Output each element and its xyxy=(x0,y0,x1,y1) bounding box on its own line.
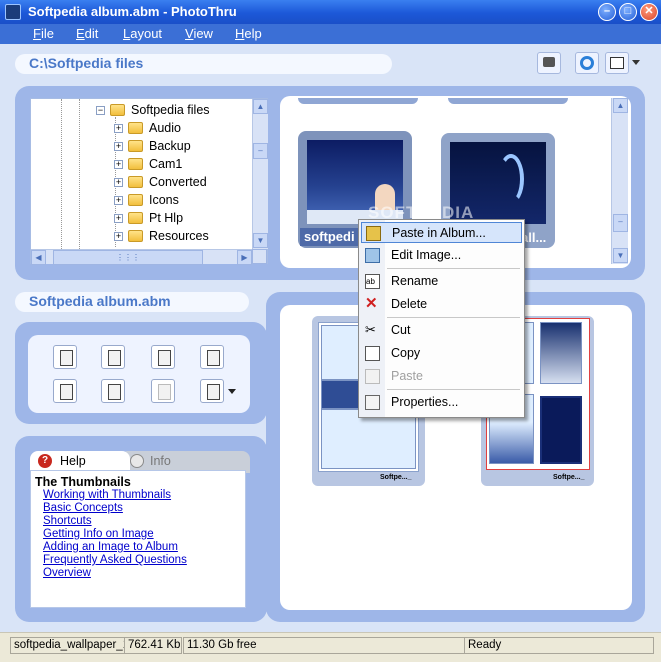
context-paste-in-album[interactable]: Paste in Album... xyxy=(361,222,522,243)
menu-bar: File Edit Layout View Help xyxy=(0,24,661,44)
scroll-right-icon[interactable]: ▶ xyxy=(237,250,252,265)
copy-icon xyxy=(365,346,380,361)
help-link[interactable]: Frequently Asked Questions xyxy=(43,554,187,566)
menu-help[interactable]: Help xyxy=(235,26,262,41)
open-folder-button[interactable] xyxy=(101,345,125,369)
scroll-thumb-horizontal[interactable]: ⋮⋮⋮ xyxy=(53,250,203,265)
refresh-button[interactable] xyxy=(575,52,599,74)
context-properties[interactable]: Properties... xyxy=(361,392,522,413)
close-button[interactable]: ✕ xyxy=(640,3,658,21)
help-content: The Thumbnails Working with Thumbnails B… xyxy=(30,470,246,608)
menu-layout[interactable]: Layout xyxy=(123,26,162,41)
folder-icon xyxy=(128,122,143,134)
window-icon xyxy=(610,57,624,69)
expand-icon[interactable]: + xyxy=(114,178,123,187)
status-bar: softpedia_wallpaper_1 762.41 Kb 11.30 Gb… xyxy=(0,632,661,662)
layout-button[interactable] xyxy=(200,379,224,403)
folder-icon xyxy=(128,230,143,242)
context-delete[interactable]: ✕ Delete xyxy=(361,294,522,315)
context-cut[interactable]: ✂ Cut xyxy=(361,320,522,341)
status-free-space: 11.30 Gb free xyxy=(183,637,465,654)
status-filename: softpedia_wallpaper_1 xyxy=(10,637,125,654)
page-label: Softpe..._ xyxy=(553,474,585,481)
paste-icon xyxy=(365,369,380,384)
tree-vertical-scrollbar[interactable]: ▲ – ▼ xyxy=(252,99,268,249)
help-link[interactable]: Basic Concepts xyxy=(43,502,123,514)
context-edit-image[interactable]: Edit Image... xyxy=(361,245,522,266)
menu-edit[interactable]: Edit xyxy=(76,26,98,41)
scroll-left-icon[interactable]: ◀ xyxy=(31,250,46,265)
folder-icon xyxy=(128,158,143,170)
paste-album-icon xyxy=(366,226,381,241)
help-link[interactable]: Adding an Image to Album xyxy=(43,541,178,553)
expand-icon[interactable]: + xyxy=(114,196,123,205)
expand-icon[interactable]: + xyxy=(114,160,123,169)
layout-dropdown-arrow-icon[interactable] xyxy=(228,389,236,394)
copy-page-button[interactable] xyxy=(200,345,224,369)
scroll-up-icon[interactable]: ▲ xyxy=(613,98,628,113)
folder-icon xyxy=(128,194,143,206)
redo-button[interactable] xyxy=(151,379,175,403)
folder-open-icon xyxy=(110,104,125,116)
album-name: Softpedia album.abm xyxy=(15,292,249,312)
expand-icon[interactable]: + xyxy=(114,142,123,151)
view-mode-button[interactable] xyxy=(605,52,629,74)
scroll-thumb[interactable]: – xyxy=(613,214,628,232)
folder-icon xyxy=(128,212,143,224)
help-heading: The Thumbnails xyxy=(35,475,131,489)
app-icon xyxy=(5,4,21,20)
scroll-thumb[interactable]: – xyxy=(253,143,268,159)
context-rename[interactable]: ab Rename xyxy=(361,271,522,292)
status-filesize: 762.41 Kb xyxy=(124,637,182,654)
maximize-button[interactable]: □ xyxy=(619,3,637,21)
refresh-icon xyxy=(580,56,594,70)
help-link[interactable]: Shortcuts xyxy=(43,515,92,527)
page-label: Softpe..._ xyxy=(380,474,412,481)
camera-icon xyxy=(543,57,555,67)
edit-image-icon xyxy=(365,248,380,263)
menu-file[interactable]: File xyxy=(33,26,54,41)
context-paste: Paste xyxy=(361,366,522,387)
info-icon xyxy=(130,454,144,468)
collapse-icon[interactable]: − xyxy=(96,106,105,115)
page-image xyxy=(540,322,582,384)
folder-icon xyxy=(128,140,143,152)
context-menu: Paste in Album... Edit Image... ab Renam… xyxy=(358,219,525,418)
status-state: Ready xyxy=(464,637,654,654)
menu-view[interactable]: View xyxy=(185,26,213,41)
thumbnail-caption: all... xyxy=(521,230,547,245)
expand-icon[interactable]: + xyxy=(114,232,123,241)
path-bar: C:\Softpedia files xyxy=(15,54,392,74)
delete-icon: ✕ xyxy=(365,295,378,312)
page-image xyxy=(540,396,582,464)
folder-icon xyxy=(128,176,143,188)
cut-icon: ✂ xyxy=(365,322,376,337)
help-icon: ? xyxy=(38,454,52,468)
print-button[interactable] xyxy=(53,379,77,403)
undo-button[interactable] xyxy=(101,379,125,403)
help-link[interactable]: Overview xyxy=(43,567,91,579)
expand-icon[interactable]: + xyxy=(114,124,123,133)
tree-horizontal-scrollbar[interactable]: ◀ ⋮⋮⋮ ▶ xyxy=(31,249,252,265)
title-bar: Softpedia album.abm - PhotoThru – □ ✕ xyxy=(0,0,661,24)
thumbnail-scrollbar[interactable]: ▲ – ▼ xyxy=(611,98,628,264)
context-copy[interactable]: Copy xyxy=(361,343,522,364)
save-button[interactable] xyxy=(151,345,175,369)
minimize-button[interactable]: – xyxy=(598,3,616,21)
scroll-down-icon[interactable]: ▼ xyxy=(253,233,268,248)
scroll-down-icon[interactable]: ▼ xyxy=(613,248,628,263)
help-link[interactable]: Working with Thumbnails xyxy=(43,489,171,501)
rename-icon: ab xyxy=(365,274,380,289)
new-page-button[interactable] xyxy=(53,345,77,369)
view-dropdown-arrow-icon[interactable] xyxy=(632,60,640,65)
properties-icon xyxy=(365,395,380,410)
window-title: Softpedia album.abm - PhotoThru xyxy=(28,4,237,19)
expand-icon[interactable]: + xyxy=(114,214,123,223)
camera-button[interactable] xyxy=(537,52,561,74)
help-link[interactable]: Getting Info on Image xyxy=(43,528,154,540)
scroll-up-icon[interactable]: ▲ xyxy=(253,99,268,114)
